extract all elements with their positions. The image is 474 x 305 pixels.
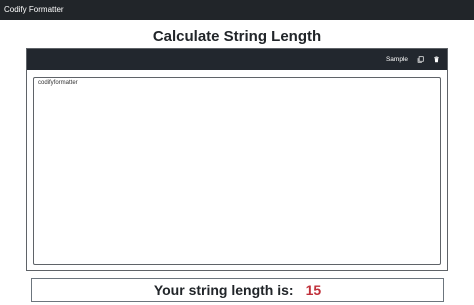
delete-button[interactable] bbox=[433, 56, 440, 63]
copy-button[interactable] bbox=[417, 56, 424, 63]
result-label: Your string length is: bbox=[153, 282, 294, 298]
result-box: Your string length is: 15 bbox=[31, 278, 444, 302]
navbar: Codify Formatter bbox=[0, 0, 474, 20]
sample-button[interactable]: Sample bbox=[386, 56, 408, 63]
brand-link[interactable]: Codify Formatter bbox=[4, 0, 64, 20]
copy-icon bbox=[417, 56, 424, 63]
editor-card: Sample codifyformatter bbox=[26, 48, 448, 271]
page-title: Calculate String Length bbox=[152, 28, 322, 45]
string-input[interactable]: codifyformatter bbox=[33, 77, 441, 265]
result-value: 15 bbox=[305, 282, 322, 298]
editor-toolbar: Sample bbox=[27, 49, 447, 70]
trash-icon bbox=[434, 56, 439, 63]
